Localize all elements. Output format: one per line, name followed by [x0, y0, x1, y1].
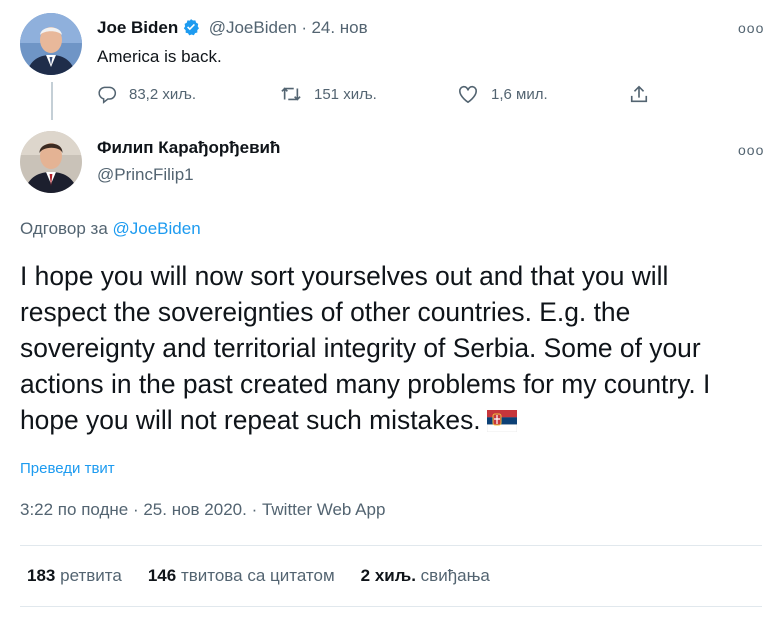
reply-author-name[interactable]: Филип Карађорђевић: [97, 138, 280, 158]
retweets-stat[interactable]: 183 ретвита: [27, 566, 122, 586]
retweets-stat-count: 183: [27, 566, 56, 585]
princ-filip-avatar[interactable]: [20, 131, 82, 193]
replying-to-prefix: Одговор за: [20, 219, 108, 238]
like-action[interactable]: 1,6 мил.: [457, 84, 548, 104]
thread-connector-line: [51, 82, 53, 120]
tweet-date[interactable]: 24. нов: [311, 18, 367, 37]
reply-tweet-text: I hope you will now sort yourselves out …: [20, 258, 760, 441]
replying-to-handle-link[interactable]: @JoeBiden: [113, 219, 201, 238]
share-icon: [630, 85, 648, 103]
retweet-action[interactable]: 151 хиљ.: [280, 84, 377, 104]
stats-divider-top: [20, 545, 762, 546]
author-handle[interactable]: @JoeBiden: [209, 18, 297, 37]
header-separator: ·: [301, 18, 307, 37]
verified-badge-icon: [182, 18, 200, 41]
parent-tweet-header: Joe Biden @JoeBiden · 24. нов: [97, 18, 368, 41]
engagement-stats: 183 ретвита 146 твитова са цитатом 2 хиљ…: [27, 566, 516, 586]
author-name[interactable]: Joe Biden: [97, 18, 178, 37]
reply-tweet-text-content: I hope you will now sort yourselves out …: [20, 261, 711, 435]
heart-icon: [459, 85, 477, 104]
serbia-flag-icon: [486, 405, 517, 441]
replying-to-line: Одговор за @JoeBiden: [20, 219, 201, 239]
parent-tweet-text: America is back.: [97, 47, 222, 66]
retweet-icon: [281, 87, 301, 101]
joe-biden-avatar[interactable]: [20, 13, 82, 75]
reply-count: 83,2 хиљ.: [129, 85, 197, 103]
retweet-count: 151 хиљ.: [314, 85, 377, 103]
like-count: 1,6 мил.: [491, 85, 548, 103]
reply-icon: [98, 86, 117, 104]
translate-tweet-link[interactable]: Преведи твит: [20, 460, 115, 477]
reply-action[interactable]: 83,2 хиљ.: [97, 84, 196, 104]
likes-stat[interactable]: 2 хиљ. свиђања: [361, 566, 490, 586]
reply-author-handle[interactable]: @PrincFilip1: [97, 165, 194, 185]
likes-stat-label: свиђања: [420, 566, 490, 585]
quotes-stat-count: 146: [147, 566, 177, 585]
share-action[interactable]: [628, 84, 662, 104]
stats-divider-bottom: [20, 606, 762, 607]
quotes-stat-label: твитова са цитатом: [180, 566, 335, 585]
reply-more-options-icon[interactable]: ooo: [738, 142, 764, 158]
tweet-timestamp[interactable]: 3:22 по подне · 25. нов 2020. · Twitter …: [20, 500, 385, 520]
quotes-stat[interactable]: 146 твитова са цитатом: [148, 566, 335, 586]
retweets-stat-label: ретвита: [60, 566, 122, 585]
likes-stat-count: 2 хиљ.: [360, 566, 416, 585]
parent-more-options-icon[interactable]: ooo: [738, 20, 764, 36]
